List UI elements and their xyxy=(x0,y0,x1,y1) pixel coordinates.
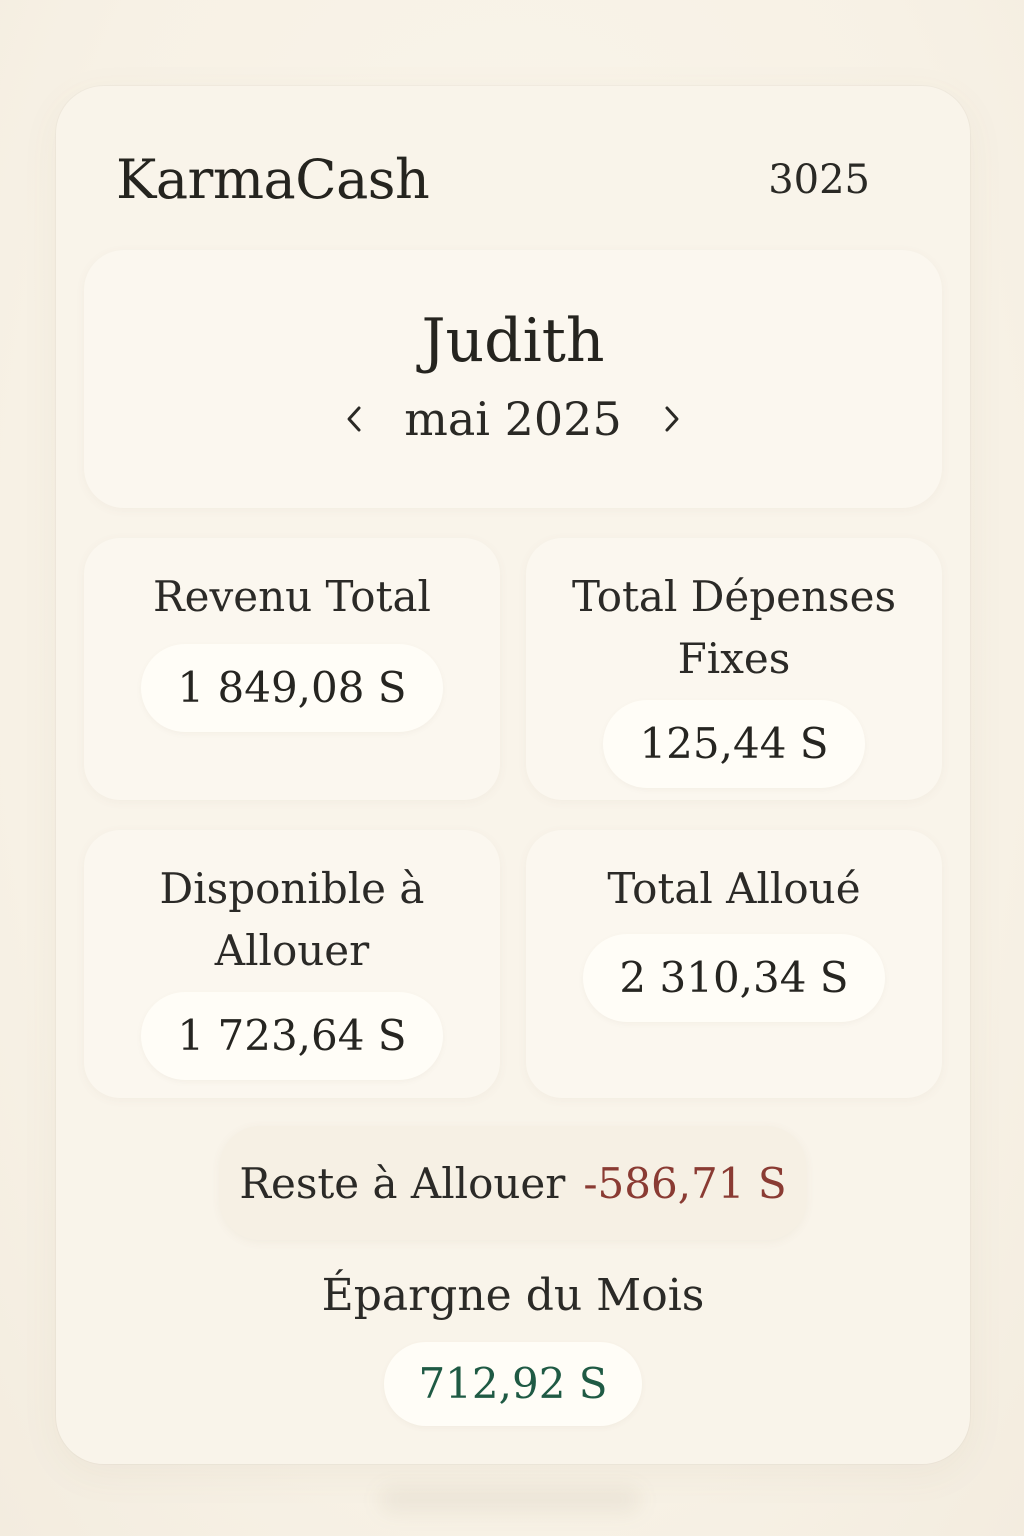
depenses-fixes-card: Total Dépenses Fixes 125,44 S xyxy=(526,538,942,800)
app-card: KarmaCash 3025 Judith mai 2025 Revenu To… xyxy=(56,86,970,1464)
depenses-fixes-value: 125,44 S xyxy=(603,700,865,788)
current-month: mai 2025 xyxy=(404,392,622,446)
depenses-fixes-label-line1: Total Dépenses xyxy=(571,572,897,621)
reste-a-allouer-card: Reste à Allouer -586,71 S xyxy=(220,1126,806,1240)
disponible-label-line1: Disponible à xyxy=(159,864,425,913)
revenu-total-value: 1 849,08 S xyxy=(141,644,443,732)
epargne-section: Épargne du Mois 712,92 S xyxy=(56,1266,970,1426)
reste-a-allouer-value: -586,71 S xyxy=(583,1158,787,1208)
total-alloue-card: Total Alloué 2 310,34 S xyxy=(526,830,942,1098)
disponible-value: 1 723,64 S xyxy=(141,992,443,1080)
disponible-label-line2: Allouer xyxy=(214,926,370,975)
month-navigator: mai 2025 xyxy=(84,392,942,446)
total-alloue-value: 2 310,34 S xyxy=(583,934,885,1022)
chevron-left-icon[interactable] xyxy=(336,396,372,442)
revenu-total-label: Revenu Total xyxy=(153,572,431,621)
profile-card: Judith mai 2025 xyxy=(84,250,942,508)
disponible-card: Disponible à Allouer 1 723,64 S xyxy=(84,830,500,1098)
revenu-total-card: Revenu Total 1 849,08 S xyxy=(84,538,500,800)
reste-a-allouer-label: Reste à Allouer xyxy=(239,1158,566,1208)
total-alloue-label: Total Alloué xyxy=(607,864,861,913)
chevron-right-icon[interactable] xyxy=(654,396,690,442)
page: KarmaCash 3025 Judith mai 2025 Revenu To… xyxy=(0,0,1024,1536)
epargne-value: 712,92 S xyxy=(384,1342,642,1426)
epargne-label: Épargne du Mois xyxy=(321,1270,705,1321)
header: KarmaCash 3025 xyxy=(116,148,870,211)
profile-name: Judith xyxy=(421,306,605,376)
bottom-shadow xyxy=(380,1488,640,1512)
app-title: KarmaCash xyxy=(116,148,430,211)
year-label[interactable]: 3025 xyxy=(768,157,870,203)
depenses-fixes-label-line2: Fixes xyxy=(677,634,791,683)
